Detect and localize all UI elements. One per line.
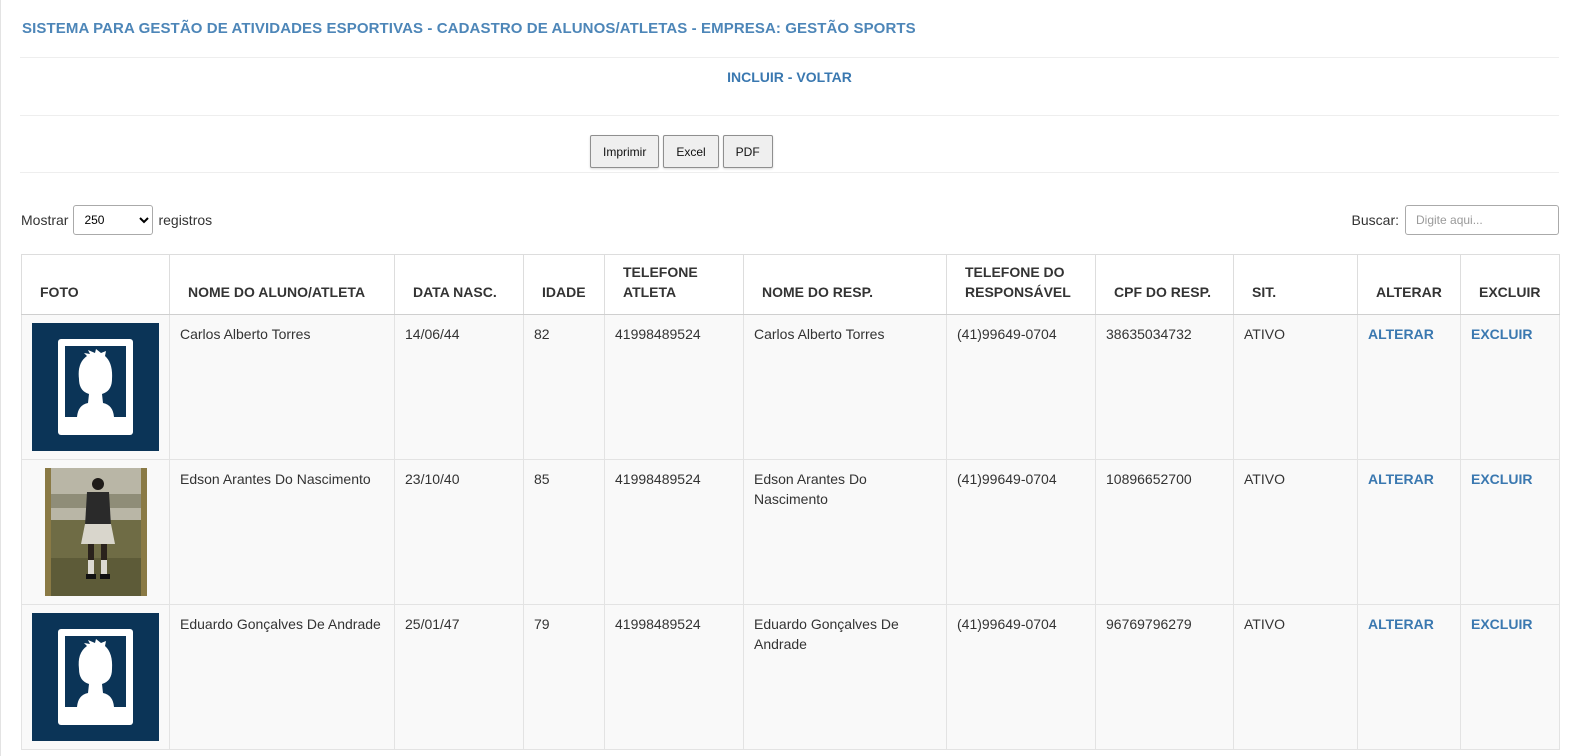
cell-telefone-atleta: 41998489524 [604,459,744,605]
column-header-nome-resp[interactable]: NOME DO RESP. [743,254,947,315]
nav-links: INCLUIR - VOLTAR [20,69,1559,85]
column-header-telefone-atleta[interactable]: TELEFONE ATLETA [604,254,744,315]
column-header-telefone-resp[interactable]: TELEFONE DO RESPONSÁVEL [946,254,1096,315]
athlete-photo [44,468,147,596]
cell-nome-resp: Carlos Alberto Torres [743,314,947,460]
cell-nome-resp: Edson Arantes Do Nascimento [743,459,947,605]
cell-idade: 85 [523,459,605,605]
cell-telefone-atleta: 41998489524 [604,604,744,750]
cell-telefone-resp: (41)99649-0704 [946,314,1096,460]
search-input[interactable] [1405,204,1559,235]
length-control: Mostrar 250 registros [21,204,212,235]
cell-nome: Edson Arantes Do Nascimento [169,459,395,605]
cell-nome: Eduardo Gonçalves De Andrade [169,604,395,750]
cell-data-nasc: 23/10/40 [394,459,524,605]
divider [20,115,1559,116]
cell-idade: 79 [523,604,605,750]
column-header-sit[interactable]: SIT. [1233,254,1358,315]
photo-cell [21,314,170,460]
cell-alterar: ALTERAR [1357,604,1461,750]
cell-excluir: EXCLUIR [1460,459,1560,605]
column-header-alterar[interactable]: ALTERAR [1357,254,1461,315]
cell-nome-resp: Eduardo Gonçalves De Andrade [743,604,947,750]
excel-button[interactable]: Excel [663,135,719,168]
excluir-link[interactable]: EXCLUIR [1471,326,1532,342]
length-prefix-label: Mostrar [21,211,69,228]
default-avatar-icon [32,613,159,741]
cell-cpf-resp: 38635034732 [1095,314,1234,460]
column-header-excluir[interactable]: EXCLUIR [1460,254,1560,315]
cell-nome: Carlos Alberto Torres [169,314,395,460]
page-left-border [0,0,1,756]
search-control: Buscar: [1352,204,1559,235]
column-header-cpf-resp[interactable]: CPF DO RESP. [1095,254,1234,315]
cell-sit: ATIVO [1233,314,1358,460]
nav-separator: - [783,69,797,85]
alterar-link[interactable]: ALTERAR [1368,326,1434,342]
excluir-link[interactable]: EXCLUIR [1471,616,1532,632]
default-avatar-icon [32,323,159,451]
print-button[interactable]: Imprimir [590,135,660,168]
cell-idade: 82 [523,314,605,460]
cell-alterar: ALTERAR [1357,459,1461,605]
cell-cpf-resp: 10896652700 [1095,459,1234,605]
cell-data-nasc: 25/01/47 [394,604,524,750]
pdf-button[interactable]: PDF [722,135,773,168]
column-header-idade[interactable]: IDADE [523,254,605,315]
cell-alterar: ALTERAR [1357,314,1461,460]
table-row: Carlos Alberto Torres 14/06/44 82 419984… [21,314,1560,460]
length-suffix-label: registros [158,211,213,228]
voltar-link[interactable]: VOLTAR [796,69,851,85]
photo-cell [21,459,170,605]
cell-sit: ATIVO [1233,459,1358,605]
search-label: Buscar: [1351,211,1399,228]
cell-telefone-resp: (41)99649-0704 [946,459,1096,605]
alterar-link[interactable]: ALTERAR [1368,471,1434,487]
incluir-link[interactable]: INCLUIR [727,69,784,85]
cell-cpf-resp: 96769796279 [1095,604,1234,750]
column-header-data-nasc[interactable]: DATA NASC. [394,254,524,315]
photo-cell [21,604,170,750]
cell-sit: ATIVO [1233,604,1358,750]
excluir-link[interactable]: EXCLUIR [1471,471,1532,487]
page-title: SISTEMA PARA GESTÃO DE ATIVIDADES ESPORT… [22,20,916,37]
length-select[interactable]: 250 [73,204,154,235]
cell-telefone-resp: (41)99649-0704 [946,604,1096,750]
export-buttons: Imprimir Excel PDF [590,135,773,168]
column-header-nome[interactable]: NOME DO ALUNO/ATLETA [169,254,395,315]
divider [20,172,1559,173]
table-row: Edson Arantes Do Nascimento 23/10/40 85 … [21,459,1560,605]
students-table: FOTO NOME DO ALUNO/ATLETA DATA NASC. IDA… [21,254,1560,750]
cell-excluir: EXCLUIR [1460,604,1560,750]
table-row: Eduardo Gonçalves De Andrade 25/01/47 79… [21,604,1560,750]
cell-data-nasc: 14/06/44 [394,314,524,460]
divider [20,57,1559,58]
cell-telefone-atleta: 41998489524 [604,314,744,460]
column-header-foto[interactable]: FOTO [21,254,170,315]
cell-excluir: EXCLUIR [1460,314,1560,460]
alterar-link[interactable]: ALTERAR [1368,616,1434,632]
table-header-row: FOTO NOME DO ALUNO/ATLETA DATA NASC. IDA… [21,254,1560,315]
